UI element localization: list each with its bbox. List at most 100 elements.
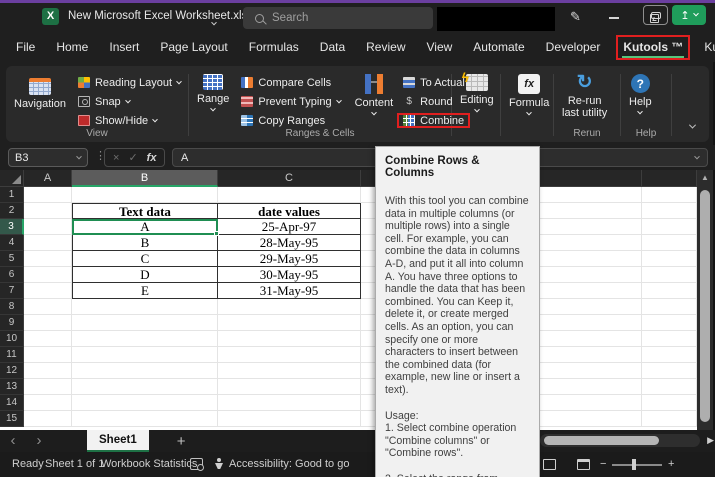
ribbon-tab[interactable]: Automate: [473, 40, 524, 54]
navigation-button[interactable]: Navigation: [6, 72, 74, 112]
cell-A2[interactable]: [24, 203, 72, 219]
prevent-typing-button[interactable]: Prevent Typing: [241, 94, 342, 109]
column-header-C[interactable]: C: [218, 170, 361, 187]
normal-view-button[interactable]: [543, 459, 556, 470]
cell-A15[interactable]: [24, 411, 72, 427]
cell-C10[interactable]: [218, 331, 361, 347]
show-hide-button[interactable]: Show/Hide: [77, 113, 181, 128]
ribbon-tab[interactable]: Kutools Plus: [704, 40, 715, 54]
cell-col47[interactable]: [642, 283, 697, 299]
cell-C4[interactable]: 28-May-95: [218, 235, 361, 251]
cell-B6[interactable]: D: [72, 267, 218, 283]
cell-col415[interactable]: [642, 411, 697, 427]
ribbon-tab[interactable]: Home: [56, 40, 88, 54]
sheet-nav-left-icon[interactable]: ‹: [0, 431, 26, 451]
column-header-B[interactable]: B: [72, 170, 218, 187]
cell-B13[interactable]: [72, 379, 218, 395]
scroll-up-icon[interactable]: ▲: [697, 170, 713, 186]
compare-cells-button[interactable]: Compare Cells: [241, 75, 340, 90]
row-header-3[interactable]: 3: [0, 219, 24, 235]
share-button[interactable]: ↥: [672, 5, 706, 25]
minimize-button[interactable]: [597, 5, 631, 31]
cell-C1[interactable]: [218, 187, 361, 203]
title-chevron-icon[interactable]: [211, 13, 217, 31]
row-header-13[interactable]: 13: [0, 379, 24, 395]
insert-function-icon[interactable]: fx: [147, 152, 157, 164]
cell-col414[interactable]: [642, 395, 697, 411]
cell-A8[interactable]: [24, 299, 72, 315]
accessibility-status[interactable]: Accessibility: Good to go: [229, 458, 349, 470]
scroll-right-icon[interactable]: ▶: [707, 434, 714, 447]
cell-B14[interactable]: [72, 395, 218, 411]
row-header-4[interactable]: 4: [0, 235, 24, 251]
cell-C6[interactable]: 30-May-95: [218, 267, 361, 283]
help-button[interactable]: ? Help: [621, 72, 660, 117]
row-header-6[interactable]: 6: [0, 267, 24, 283]
workbook-statistics-button[interactable]: Workbook Statistics: [101, 458, 197, 470]
inking-icon[interactable]: ✎: [570, 9, 581, 25]
cell-A4[interactable]: [24, 235, 72, 251]
macro-record-icon[interactable]: [190, 458, 204, 471]
cell-C11[interactable]: [218, 347, 361, 363]
cell-C12[interactable]: [218, 363, 361, 379]
row-header-8[interactable]: 8: [0, 299, 24, 315]
cell-A14[interactable]: [24, 395, 72, 411]
cell-col412[interactable]: [642, 363, 697, 379]
copy-ranges-button[interactable]: Copy Ranges: [241, 113, 340, 128]
cell-col410[interactable]: [642, 331, 697, 347]
cell-A3[interactable]: [24, 219, 72, 235]
rerun-last-utility-button[interactable]: ↻ Re-run last utility: [554, 72, 615, 121]
cell-B5[interactable]: C: [72, 251, 218, 267]
cell-A7[interactable]: [24, 283, 72, 299]
page-layout-view-button[interactable]: [577, 459, 590, 470]
fill-handle[interactable]: [214, 231, 219, 236]
cell-B7[interactable]: E: [72, 283, 218, 299]
cell-B8[interactable]: [72, 299, 218, 315]
cell-C9[interactable]: [218, 315, 361, 331]
ribbon-tab[interactable]: File: [16, 40, 35, 54]
ribbon-tab[interactable]: Insert: [109, 40, 139, 54]
zoom-slider-thumb[interactable]: [632, 459, 636, 470]
cell-col45[interactable]: [642, 251, 697, 267]
cell-C2[interactable]: date values: [218, 203, 361, 219]
range-button[interactable]: Range: [189, 72, 237, 114]
ribbon-tab[interactable]: Formulas: [249, 40, 299, 54]
ribbon-tab[interactable]: View: [427, 40, 453, 54]
row-header-10[interactable]: 10: [0, 331, 24, 347]
cell-B15[interactable]: [72, 411, 218, 427]
cell-B1[interactable]: [72, 187, 218, 203]
cell-col49[interactable]: [642, 315, 697, 331]
cell-C15[interactable]: [218, 411, 361, 427]
vertical-scrollbar-thumb[interactable]: [700, 190, 710, 422]
content-button[interactable]: Content: [347, 72, 402, 118]
document-title[interactable]: New Microsoft Excel Worksheet.xlsx: [68, 10, 253, 22]
add-sheet-button[interactable]: +: [177, 433, 186, 450]
formula-button[interactable]: fx Formula: [501, 72, 557, 118]
ribbon-tab[interactable]: Developer: [546, 40, 601, 54]
cell-col48[interactable]: [642, 299, 697, 315]
cell-A12[interactable]: [24, 363, 72, 379]
cell-A11[interactable]: [24, 347, 72, 363]
cell-col46[interactable]: [642, 267, 697, 283]
cell-B9[interactable]: [72, 315, 218, 331]
cell-B2[interactable]: Text data: [72, 203, 218, 219]
cell-B12[interactable]: [72, 363, 218, 379]
cell-B11[interactable]: [72, 347, 218, 363]
comments-button[interactable]: [643, 5, 668, 25]
cell-A13[interactable]: [24, 379, 72, 395]
row-header-7[interactable]: 7: [0, 283, 24, 299]
row-header-2[interactable]: 2: [0, 203, 24, 219]
cell-col44[interactable]: [642, 235, 697, 251]
column-header-A[interactable]: A: [24, 170, 72, 187]
cancel-entry-icon[interactable]: ×: [113, 152, 119, 164]
search-input[interactable]: Search: [243, 7, 433, 29]
sheet-tab-sheet1[interactable]: Sheet1: [87, 430, 149, 452]
cell-C5[interactable]: 29-May-95: [218, 251, 361, 267]
cell-col411[interactable]: [642, 347, 697, 363]
cell-B10[interactable]: [72, 331, 218, 347]
row-header-14[interactable]: 14: [0, 395, 24, 411]
select-all-button[interactable]: [0, 170, 24, 187]
cell-col41[interactable]: [642, 187, 697, 203]
column-header-hidden-4[interactable]: [642, 170, 697, 187]
collapse-ribbon-icon[interactable]: [688, 116, 697, 134]
